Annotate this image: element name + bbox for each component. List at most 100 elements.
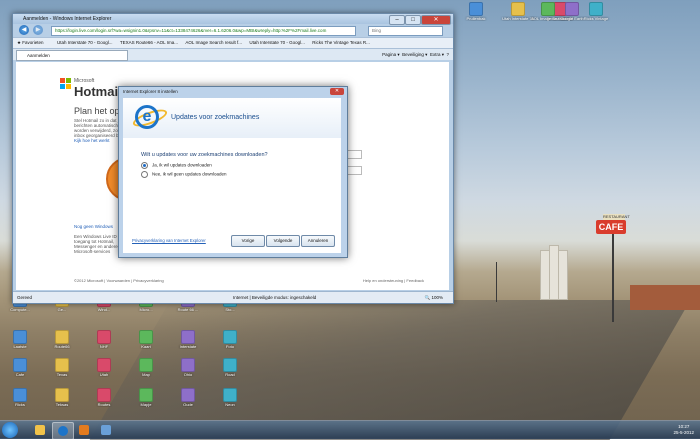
dialog-title: Internet Explorer 8 instellen [123, 89, 178, 94]
favorite-link-1[interactable]: Utah Interstate 70 - Googl... [57, 40, 113, 45]
logo-hotmail: Hotmail [74, 84, 122, 99]
command-bar: Pagina ▾ Beveiliging ▾ Extra ▾ ? [382, 50, 449, 59]
dialog-title-bar[interactable]: Internet Explorer 8 instellen ✕ [119, 87, 347, 97]
option-no[interactable]: Nee, ik wil geen updates downloaden [141, 171, 227, 178]
address-row: ◀ ▶ https://login.live.com/login.srf?wa=… [13, 24, 453, 37]
desktop-icon[interactable]: Oude [168, 388, 208, 418]
back-icon[interactable]: ◀ [19, 25, 29, 35]
desktop-icon-label: Compute... [10, 307, 30, 312]
shortcut-icon [511, 2, 525, 16]
desktop-icon-label: Map [142, 372, 150, 377]
tab-aanmelden[interactable]: Aanmelden [16, 50, 128, 61]
shortcut-icon [13, 388, 27, 402]
shortcut-icon [469, 2, 483, 16]
desktop-icon-label: Utah [99, 372, 109, 377]
shortcut-icon [181, 358, 195, 372]
desktop-icon[interactable]: NHF [84, 330, 124, 360]
help-menu[interactable]: ? [446, 52, 449, 57]
zoom-level[interactable]: 🔍 100% [425, 292, 443, 303]
footer-left[interactable]: ©2012 Microsoft | Voorwaarden | Privacyv… [74, 278, 164, 283]
security-menu[interactable]: Beveiliging ▾ [402, 52, 427, 57]
title-bar[interactable]: Aanmelden - Windows Internet Explorer – … [13, 14, 453, 25]
more-link[interactable]: Kijk hoe het werkt [74, 138, 110, 143]
shortcut-icon [223, 388, 237, 402]
radio-no[interactable] [141, 171, 148, 178]
shortcut-icon [223, 358, 237, 372]
favorite-link-4[interactable]: Utah Interstate 70 - Googl... [249, 40, 305, 45]
ie-setup-dialog[interactable]: Internet Explorer 8 instellen ✕ e Update… [118, 86, 348, 258]
address-bar[interactable]: https://login.live.com/login.srf?wa=wsig… [51, 26, 356, 36]
desktop-icon[interactable]: Utah [84, 358, 124, 388]
option-yes[interactable]: Ja, ik wil updates downloaden [141, 162, 212, 169]
shortcut-icon [97, 330, 111, 344]
utility-pole [496, 262, 497, 302]
desktop-icon-label: Route 66 ... [177, 307, 199, 312]
desktop-icon[interactable]: Texas [42, 358, 82, 388]
forward-icon[interactable]: ▶ [33, 25, 43, 35]
desktop-icon[interactable]: Route66 [42, 330, 82, 360]
shortcut-icon [13, 330, 27, 344]
previous-button[interactable]: Vorige [231, 235, 265, 247]
dialog-header: e Updates voor zoekmachines [123, 98, 341, 139]
dialog-question: Wilt u updates voor uw zoekmachines down… [141, 152, 268, 158]
desktop-icon-label: Interstate [179, 344, 197, 349]
windows-link[interactable]: Nog geen Windows [74, 224, 113, 229]
desktop-icon-label: Cafe [15, 372, 25, 377]
desktop-icon-label: Ge... [57, 307, 67, 312]
page-heading: Plan het opn [74, 106, 125, 116]
desktop-icon-label: Foto [225, 344, 234, 349]
desktop-icon[interactable]: Routes [84, 388, 124, 418]
cancel-button[interactable]: Annuleren [301, 235, 335, 247]
favorite-link-5[interactable]: Ricks The Vintage Texas R... [312, 40, 370, 45]
windows-flag-icon [60, 78, 72, 90]
taskbar-ie[interactable] [52, 422, 74, 440]
privacy-link[interactable]: Privacyverklaring van Internet Explorer [132, 238, 206, 243]
desktop-icon[interactable]: Ricks Vintage [576, 2, 616, 32]
tools-menu[interactable]: Extra ▾ [430, 52, 444, 57]
taskbar-app[interactable] [96, 422, 116, 438]
desktop-icon-label: Oude [183, 402, 193, 407]
taskbar-media[interactable] [74, 422, 94, 438]
desktop-icon[interactable]: Cafe [0, 358, 40, 388]
shortcut-icon [55, 330, 69, 344]
desktop-icon-label: Prullenbak [466, 16, 486, 21]
desktop-icon[interactable]: Laatste [0, 330, 40, 360]
desktop-icon[interactable]: Kaart [126, 330, 166, 360]
desktop-icon[interactable]: Neon [210, 388, 250, 418]
shortcut-icon [139, 358, 153, 372]
desktop-icon-label: Micro... [139, 307, 153, 312]
shortcut-icon [97, 358, 111, 372]
footer-right[interactable]: Help en ondersteuning | Feedback [363, 278, 424, 283]
shortcut-icon [139, 388, 153, 402]
page-menu[interactable]: Pagina ▾ [382, 52, 400, 57]
desktop-icon[interactable]: Teksas [42, 388, 82, 418]
hotmail-logo: Microsoft Hotmail [74, 78, 122, 99]
desktop-icon-label: Road [225, 372, 235, 377]
start-button[interactable] [2, 422, 18, 438]
favorite-link-2[interactable]: TEXAS Route66 - AOL Ima... [120, 40, 178, 45]
desktop-icon[interactable]: Mapje [126, 388, 166, 418]
taskbar-explorer[interactable] [30, 422, 50, 438]
desktop-icon[interactable]: Road [210, 358, 250, 388]
building [630, 285, 700, 310]
radio-yes[interactable] [141, 162, 148, 169]
dialog-close-button[interactable]: ✕ [330, 88, 344, 95]
shortcut-icon [589, 2, 603, 16]
favorite-link-3[interactable]: AOL Image Search result f... [185, 40, 242, 45]
next-button[interactable]: Volgende [266, 235, 300, 247]
desktop-icon-label: Wind... [97, 307, 111, 312]
search-input[interactable]: Bing [368, 26, 443, 36]
desktop-icon[interactable]: Ohio [168, 358, 208, 388]
ie-logo-icon: e [135, 105, 159, 129]
favorites-button[interactable]: ★ Favorieten [17, 40, 50, 45]
desktop-icon-label: Laatste [13, 344, 27, 349]
taskbar-clock[interactable]: 10:27 25-5-2012 [673, 424, 694, 435]
desktop-icon-label: Route66 [54, 344, 70, 349]
desktop-icon[interactable]: Map [126, 358, 166, 388]
desktop-icon[interactable]: Prullenbak [456, 2, 496, 32]
desktop-icon[interactable]: Foto [210, 330, 250, 360]
desktop-icon-label: Sto... [225, 307, 235, 312]
desktop-icon[interactable]: Ricks [0, 388, 40, 418]
shortcut-icon [55, 358, 69, 372]
desktop-icon[interactable]: Interstate [168, 330, 208, 360]
